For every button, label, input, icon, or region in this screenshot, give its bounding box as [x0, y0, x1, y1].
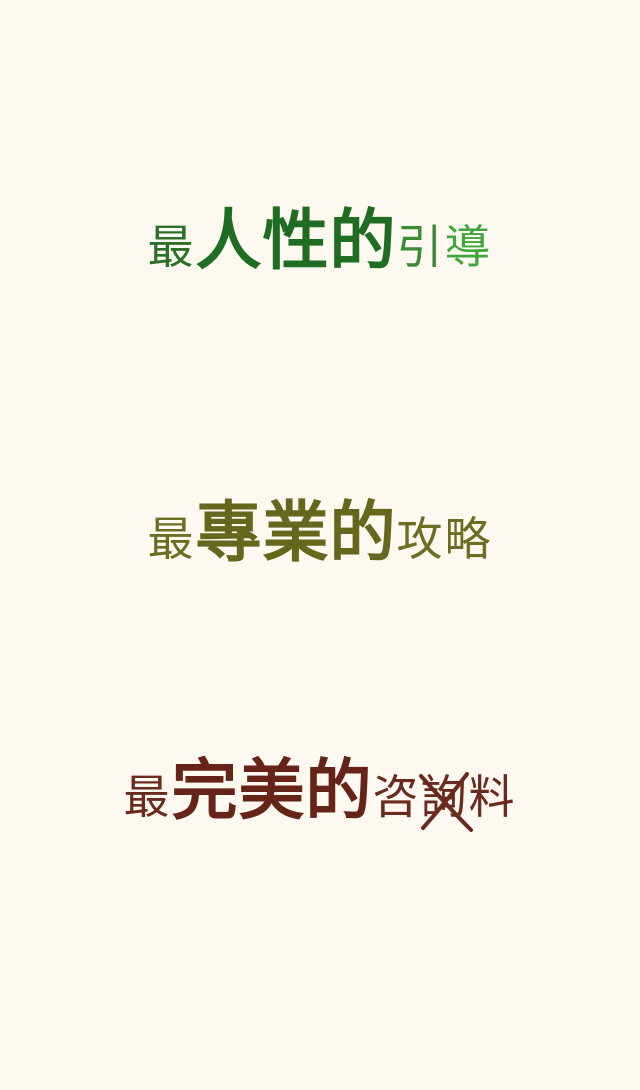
slogan-1-emphasis: 人性的 — [195, 202, 397, 279]
slogan-line-3: 最完美的咨詢 料 — [0, 752, 640, 832]
slogan-line-1: 最人性的引導 — [0, 208, 640, 274]
slogan-3-suffix-1: 咨 — [372, 770, 421, 824]
slogan-3-suffix-2: 料 — [468, 770, 517, 824]
slogan-1-suffix-1: 引 — [396, 220, 445, 274]
slogan-2-suffix: 攻略 — [396, 512, 493, 566]
slogan-3-emphasis: 完美的 — [171, 752, 373, 829]
slogan-3-prefix: 最 — [123, 770, 172, 824]
slogan-3-struck-char-wrap: 詢 — [418, 772, 473, 832]
slogan-1-prefix: 最 — [147, 220, 196, 274]
slogan-2-emphasis: 專業的 — [195, 494, 397, 571]
slogan-1-suffix-2: 導 — [444, 220, 493, 274]
slogan-line-2: 最專業的攻略 — [0, 500, 640, 566]
slogan-2-prefix: 最 — [147, 512, 196, 566]
strike-through-x-icon — [418, 772, 473, 832]
